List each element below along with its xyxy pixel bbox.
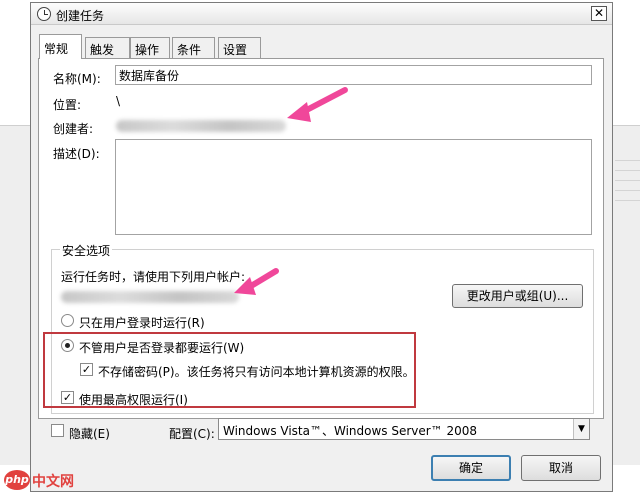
description-field[interactable] — [115, 139, 592, 235]
window-title: 创建任务 — [56, 9, 105, 23]
watermark-site-name: 中文网 — [32, 474, 74, 490]
hidden-checkbox[interactable] — [51, 424, 64, 437]
title-bar: 创建任务 ✕ — [31, 3, 612, 25]
run-as-label: 运行任务时，请使用下列用户帐户: — [61, 270, 246, 284]
tab-triggers[interactable]: 触发器 — [85, 37, 130, 74]
configure-select[interactable]: Windows Vista™、Windows Server™ 2008 ▼ — [218, 418, 590, 440]
hidden-label[interactable]: 隐藏(E) — [69, 425, 110, 442]
author-value-redacted — [116, 120, 286, 132]
run-logged-on-radio[interactable] — [61, 314, 74, 327]
tab-conditions[interactable]: 条件 — [172, 37, 215, 58]
close-button[interactable]: ✕ — [591, 6, 607, 21]
tab-settings[interactable]: 设置 — [218, 37, 261, 58]
task-scheduler-icon — [37, 7, 51, 21]
run-logged-on-label[interactable]: 只在用户登录时运行(R) — [79, 314, 205, 331]
highlight-box — [43, 332, 416, 408]
configure-select-value: Windows Vista™、Windows Server™ 2008 — [223, 424, 478, 438]
annotation-arrow-author — [287, 87, 348, 122]
run-as-user-redacted — [61, 291, 239, 303]
description-input[interactable] — [116, 140, 591, 234]
tab-general[interactable]: 常规 — [39, 34, 82, 59]
name-label: 名称(M): — [53, 72, 101, 86]
ok-button[interactable]: 确定 — [431, 455, 511, 481]
description-label: 描述(D): — [53, 147, 100, 161]
chevron-down-icon[interactable]: ▼ — [573, 419, 589, 439]
name-input[interactable] — [116, 66, 591, 84]
cancel-button[interactable]: 取消 — [521, 455, 601, 481]
change-user-button[interactable]: 更改用户或组(U)... — [452, 284, 583, 308]
annotation-arrow-user — [234, 268, 279, 295]
php-logo: php — [4, 470, 30, 490]
configure-label: 配置(C): — [169, 427, 215, 441]
location-value: \ — [116, 94, 121, 108]
location-label: 位置: — [53, 98, 82, 112]
name-field[interactable] — [115, 65, 592, 85]
security-options-title: 安全选项 — [60, 242, 113, 259]
tab-actions[interactable]: 操作 — [130, 37, 170, 58]
author-label: 创建者: — [53, 122, 94, 136]
